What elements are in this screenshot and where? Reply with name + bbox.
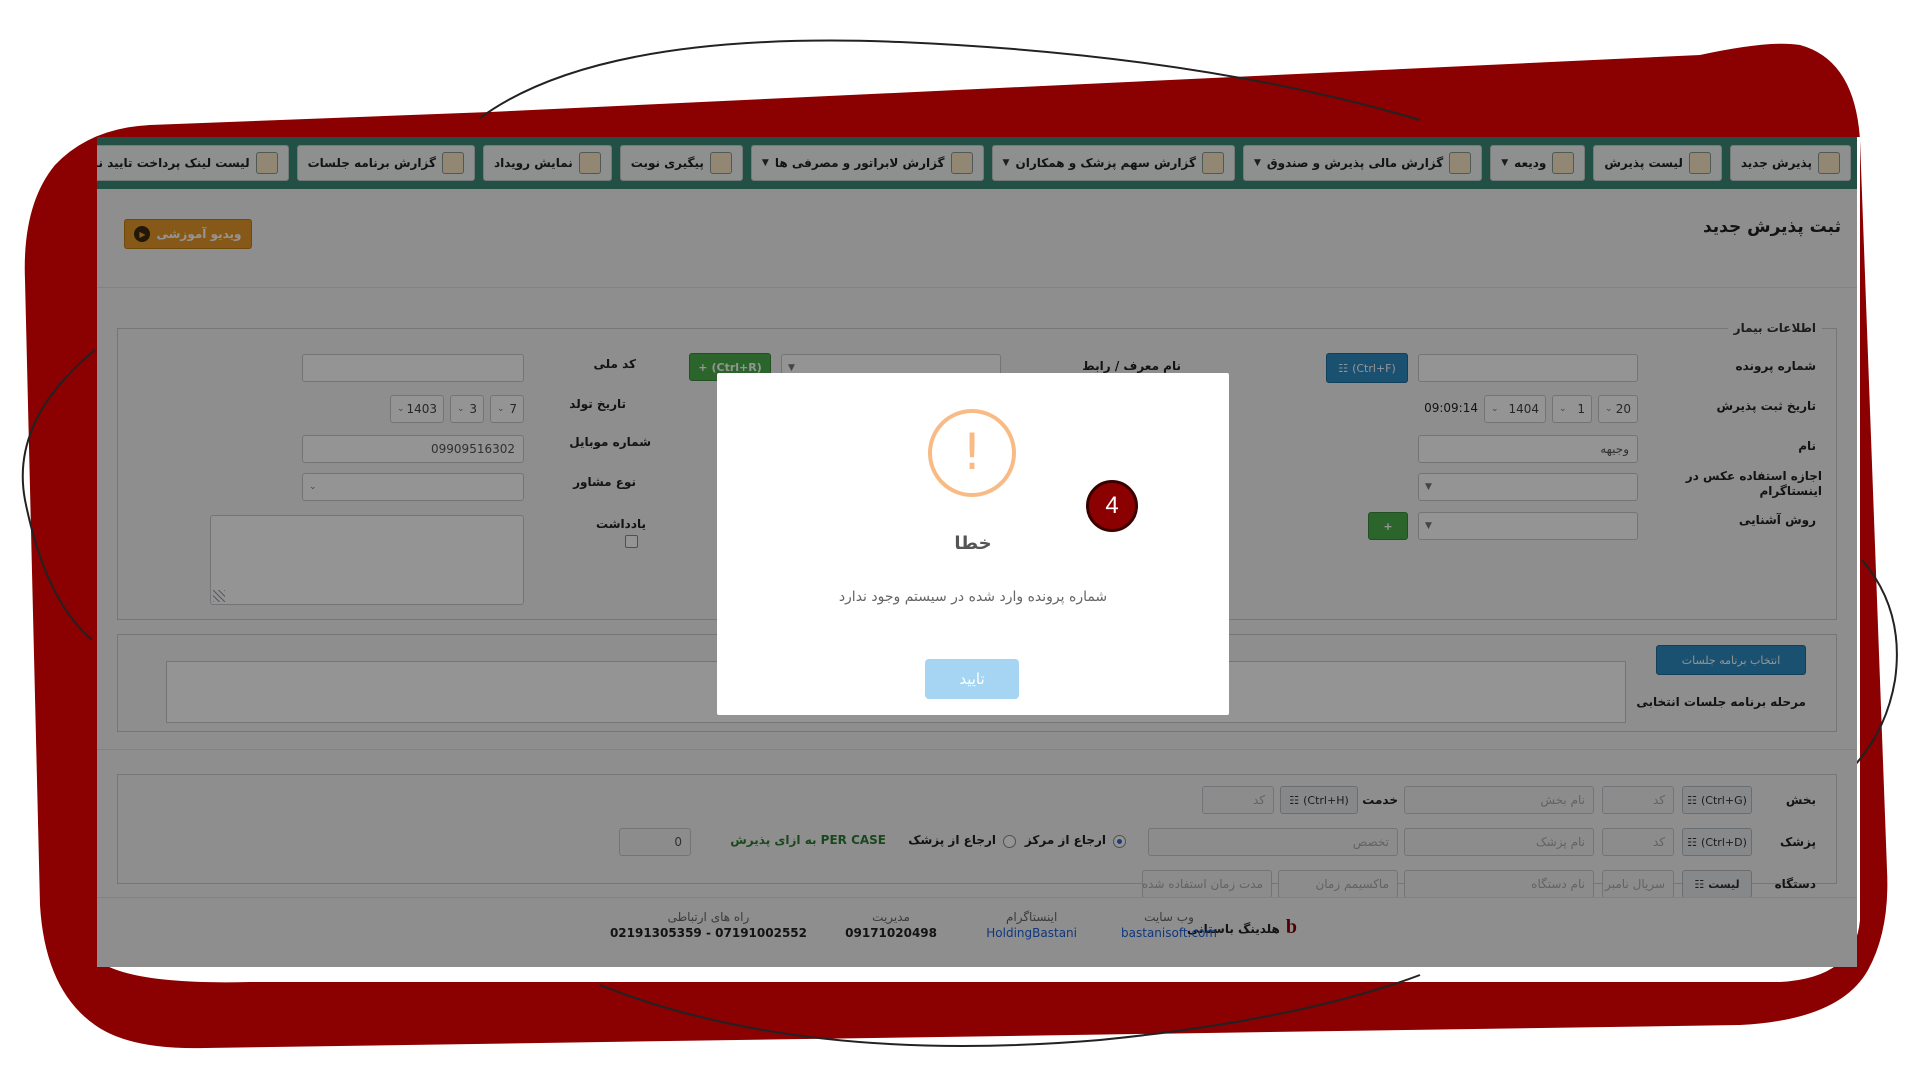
error-dialog: ! خطا شماره پرونده وارد شده در سیستم وجو… bbox=[717, 373, 1229, 715]
confirm-button[interactable]: تایید bbox=[925, 659, 1019, 699]
exclamation-icon: ! bbox=[928, 409, 1016, 497]
dialog-message: شماره پرونده وارد شده در سیستم وجود ندار… bbox=[838, 589, 1108, 605]
dialog-title: خطا bbox=[954, 533, 992, 554]
step-number-badge: 4 bbox=[1086, 480, 1138, 532]
